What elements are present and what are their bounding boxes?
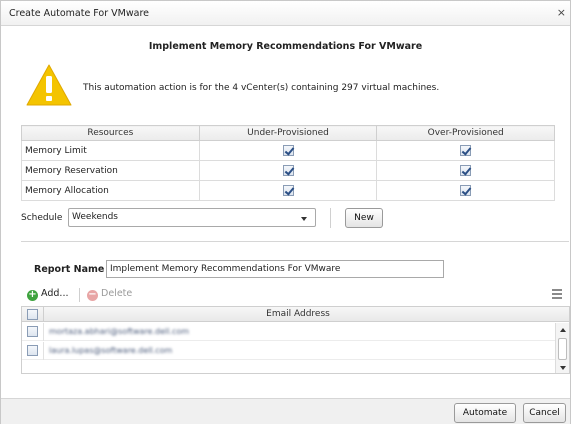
cancel-button[interactable]: Cancel <box>523 403 566 423</box>
divider <box>21 241 569 242</box>
resources-table: Resources Under-Provisioned Over-Provisi… <box>21 125 555 201</box>
resource-name: Memory Allocation <box>21 180 200 201</box>
divider <box>79 288 80 302</box>
row-checkbox[interactable] <box>27 345 38 356</box>
close-icon[interactable]: × <box>557 6 566 19</box>
report-name-label: Report Name <box>34 264 105 275</box>
chevron-down-icon[interactable] <box>301 217 307 221</box>
col-email-address: Email Address <box>266 309 330 319</box>
divider <box>43 342 44 360</box>
new-schedule-button[interactable]: New <box>345 208 383 228</box>
divider <box>43 323 44 341</box>
select-all-checkbox[interactable] <box>27 309 38 320</box>
add-email-button[interactable]: + Add... <box>27 288 68 301</box>
table-row: Memory Reservation <box>21 160 555 181</box>
under-provisioned-checkbox[interactable] <box>282 185 294 196</box>
col-under-provisioned: Under-Provisioned <box>198 125 378 141</box>
email-grid: Email Address mortaza.abhari@software.de… <box>21 306 570 374</box>
create-automate-dialog: Create Automate For VMware × Implement M… <box>0 0 571 424</box>
add-icon: + <box>27 289 38 301</box>
scroll-up-icon[interactable] <box>560 328 566 332</box>
table-row: Memory Allocation <box>21 180 555 201</box>
info-text: This automation action is for the 4 vCen… <box>83 83 440 93</box>
add-label: Add... <box>41 288 69 299</box>
grid-scrollbar[interactable] <box>555 323 569 373</box>
schedule-select[interactable]: Weekends <box>68 208 316 227</box>
dialog-footer: Automate Cancel <box>1 398 570 424</box>
table-row[interactable]: laura.lupas@software.dell.com <box>22 342 555 360</box>
report-name-input[interactable]: Implement Memory Recommendations For VMw… <box>106 260 444 278</box>
columns-menu-icon[interactable] <box>552 289 562 299</box>
grid-header: Email Address <box>22 307 569 322</box>
warning-icon <box>26 64 72 106</box>
automate-button[interactable]: Automate <box>454 403 516 423</box>
table-row[interactable]: mortaza.abhari@software.dell.com <box>22 323 555 341</box>
resource-name: Memory Limit <box>21 140 200 161</box>
scroll-thumb[interactable] <box>558 338 567 360</box>
delete-email-button[interactable]: − Delete <box>87 288 132 301</box>
email-toolbar: + Add... − Delete <box>21 286 570 304</box>
col-over-provisioned: Over-Provisioned <box>376 125 555 141</box>
email-cell: mortaza.abhari@software.dell.com <box>49 327 190 336</box>
delete-label: Delete <box>101 288 133 299</box>
divider <box>330 208 331 228</box>
under-provisioned-checkbox[interactable] <box>282 165 294 176</box>
row-checkbox[interactable] <box>27 326 38 337</box>
email-cell: laura.lupas@software.dell.com <box>49 346 173 355</box>
resource-name: Memory Reservation <box>21 160 200 181</box>
schedule-label: Schedule <box>21 213 63 223</box>
over-provisioned-checkbox[interactable] <box>460 185 472 196</box>
table-row: Memory Limit <box>21 140 555 161</box>
under-provisioned-checkbox[interactable] <box>282 145 294 156</box>
scroll-down-icon[interactable] <box>560 366 566 370</box>
action-heading: Implement Memory Recommendations For VMw… <box>148 41 423 52</box>
delete-icon: − <box>87 289 98 301</box>
dialog-title: Create Automate For VMware <box>9 8 149 19</box>
over-provisioned-checkbox[interactable] <box>460 165 472 176</box>
dialog-titlebar: Create Automate For VMware × <box>1 1 570 26</box>
col-resources: Resources <box>21 125 200 141</box>
schedule-value: Weekends <box>72 212 118 222</box>
over-provisioned-checkbox[interactable] <box>460 145 472 156</box>
